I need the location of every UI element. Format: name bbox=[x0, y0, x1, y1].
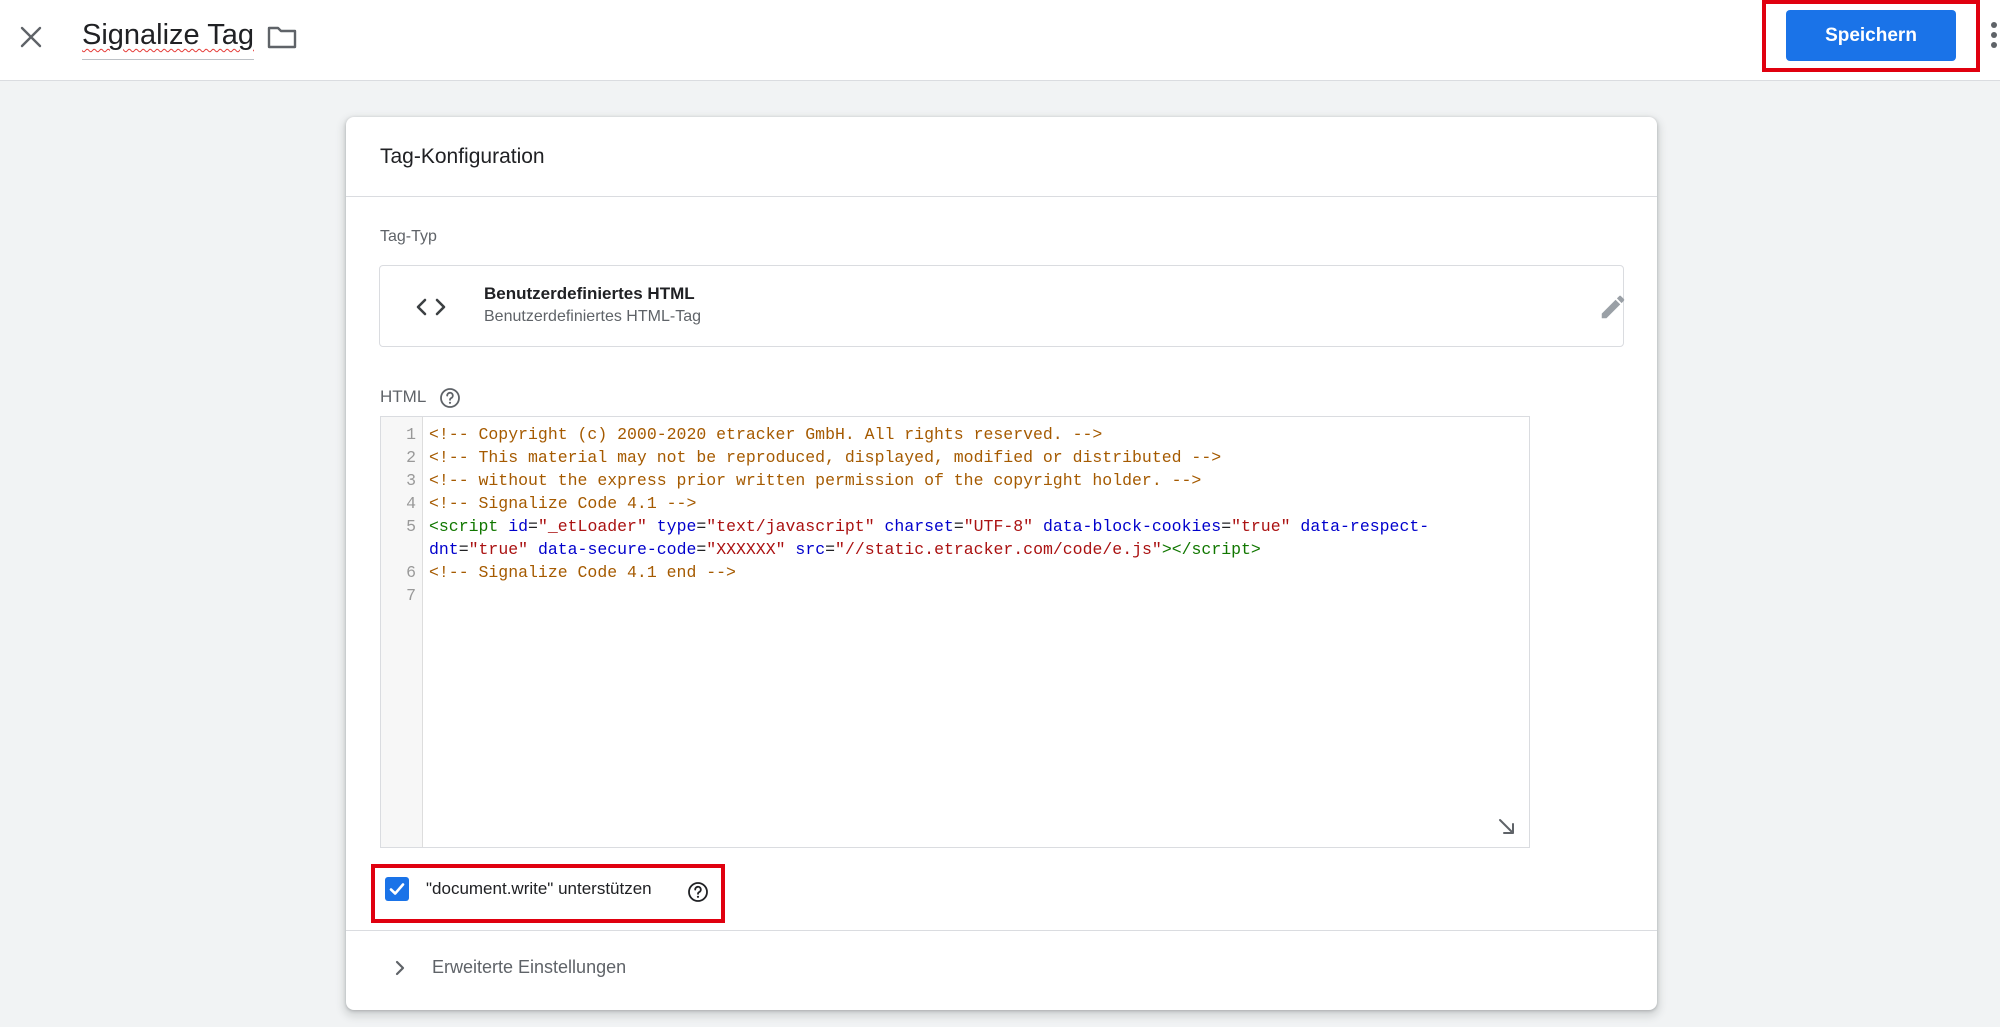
code-line: <script id="_etLoader" type="text/javasc… bbox=[429, 517, 1430, 536]
help-icon[interactable] bbox=[687, 881, 709, 903]
line-number: 1 bbox=[406, 425, 416, 444]
tag-name-text: Signalize Tag bbox=[82, 19, 254, 51]
line-number: 7 bbox=[406, 586, 416, 605]
code-token: "XXXXXX" bbox=[706, 540, 786, 559]
code-icon bbox=[414, 290, 448, 324]
code-token: dnt bbox=[429, 540, 459, 559]
document-write-label: "document.write" unterstützen bbox=[426, 879, 652, 898]
code-line: dnt="true" data-secure-code="XXXXXX" src… bbox=[429, 540, 1261, 559]
code-token: type bbox=[656, 517, 697, 536]
edit-pencil-icon[interactable] bbox=[1598, 292, 1628, 322]
check-icon bbox=[389, 883, 405, 895]
code-line: <!-- This material may not be reproduced… bbox=[429, 448, 1222, 467]
tag-type-name: Benutzerdefiniertes HTML bbox=[484, 284, 695, 303]
line-number: 6 bbox=[406, 563, 416, 582]
code-token: data-block-cookies bbox=[1042, 517, 1222, 536]
line-number: 4 bbox=[406, 494, 416, 513]
tag-type-selector[interactable]: Benutzerdefiniertes HTML Benutzerdefinie… bbox=[379, 265, 1625, 347]
code-line: <!-- Copyright (c) 2000-2020 etracker Gm… bbox=[429, 425, 1103, 444]
folder-icon[interactable] bbox=[265, 20, 299, 54]
code-token: data-secure-code bbox=[537, 540, 697, 559]
close-icon[interactable] bbox=[14, 20, 48, 54]
chevron-right-icon bbox=[395, 960, 405, 975]
code-token: data-respect- bbox=[1300, 517, 1430, 536]
code-token: "text/javascript" bbox=[706, 517, 875, 536]
divider bbox=[346, 196, 1657, 197]
tag-type-label: Tag-Typ bbox=[380, 228, 437, 245]
html-field-label: HTML bbox=[380, 387, 427, 406]
code-token: "true" bbox=[468, 540, 529, 559]
code-line: <!-- Signalize Code 4.1 end --> bbox=[429, 563, 736, 582]
code-token: ></script> bbox=[1161, 540, 1261, 559]
card-title: Tag-Konfiguration bbox=[380, 145, 545, 168]
more-vert-icon[interactable] bbox=[1988, 18, 2000, 52]
tag-name-field[interactable]: Signalize Tag bbox=[82, 18, 254, 60]
help-icon[interactable] bbox=[439, 387, 461, 409]
code-token: id bbox=[508, 517, 529, 536]
code-token: "UTF-8" bbox=[963, 517, 1034, 536]
code-token: <script bbox=[429, 517, 499, 536]
code-line: <!-- without the express prior written p… bbox=[429, 471, 1202, 490]
code-line: <!-- Signalize Code 4.1 --> bbox=[429, 494, 697, 513]
code-token: "//static.etracker.com/code/e.js" bbox=[835, 540, 1162, 559]
code-token: src bbox=[795, 540, 826, 559]
line-number: 5 bbox=[406, 517, 416, 536]
advanced-settings-toggle[interactable]: Erweiterte Einstellungen bbox=[390, 957, 626, 978]
code-token: charset bbox=[884, 517, 954, 536]
divider bbox=[346, 930, 1657, 931]
tag-type-description: Benutzerdefiniertes HTML-Tag bbox=[484, 308, 701, 325]
code-token: "true" bbox=[1231, 517, 1291, 536]
resize-icon[interactable] bbox=[1497, 817, 1517, 837]
html-code-editor[interactable]: 1 2 3 4 5 6 7 <!-- Copyright (c) 2000-20… bbox=[380, 416, 1530, 848]
line-number: 3 bbox=[406, 471, 416, 490]
advanced-settings-label: Erweiterte Einstellungen bbox=[432, 957, 627, 977]
line-number: 2 bbox=[406, 448, 416, 467]
top-app-bar: Signalize Tag Speichern bbox=[0, 0, 2000, 81]
save-button[interactable]: Speichern bbox=[1786, 10, 1956, 61]
document-write-checkbox[interactable] bbox=[385, 877, 409, 901]
tag-configuration-card: Tag-Konfiguration Tag-Typ Benutzerdefini… bbox=[346, 117, 1657, 1010]
line-number-gutter: 1 2 3 4 5 6 7 bbox=[381, 417, 423, 847]
code-token: "_etLoader" bbox=[537, 517, 647, 536]
